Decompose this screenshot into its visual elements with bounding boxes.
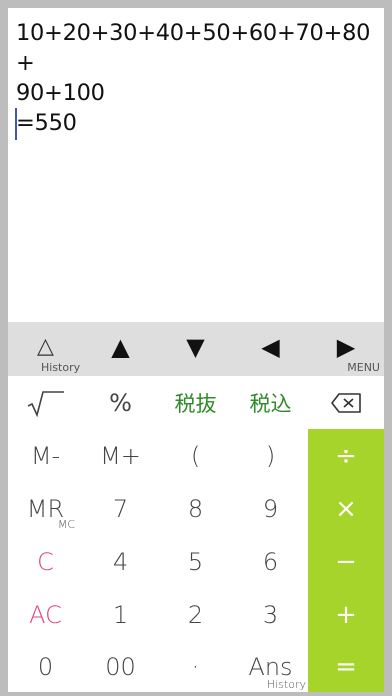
arrow-down-icon: ▼: [186, 333, 205, 361]
divide-key[interactable]: ÷: [308, 429, 384, 482]
percent-key[interactable]: %: [83, 376, 158, 429]
ans-key[interactable]: Ans History: [233, 641, 308, 692]
digit-8-key[interactable]: 8: [158, 482, 233, 535]
equals-key[interactable]: =: [308, 641, 384, 692]
ans-history-label: History: [266, 678, 306, 691]
menu-label: MENU: [347, 361, 380, 374]
history-label: History: [41, 361, 81, 374]
memory-clear-label: MC: [57, 518, 75, 531]
history-button[interactable]: △ History: [8, 322, 83, 376]
open-paren-key[interactable]: (: [158, 429, 233, 482]
text-caret: [15, 108, 17, 140]
menu-button[interactable]: ▶ MENU: [308, 322, 384, 376]
digit-9-key[interactable]: 9: [233, 482, 308, 535]
cursor-up-button[interactable]: ▲: [83, 322, 158, 376]
square-root-icon: [27, 390, 64, 417]
memory-recall-key[interactable]: MR MC: [8, 482, 83, 535]
tax-exclude-key[interactable]: 税抜: [158, 376, 233, 429]
device-frame: 10+20+30+40+50+60+70+80+ 90+100 =550 △ H…: [0, 0, 392, 696]
keypad: % 税抜 税込 M- M+ ( ) ÷ MR MC 7 8 9 × C 4 5 …: [8, 376, 384, 692]
calculator-screen: 10+20+30+40+50+60+70+80+ 90+100 =550 △ H…: [8, 8, 384, 692]
digit-5-key[interactable]: 5: [158, 535, 233, 588]
ans-label: Ans: [248, 652, 293, 681]
decimal-key[interactable]: ·: [158, 641, 233, 692]
backspace-key[interactable]: [308, 376, 384, 429]
cursor-down-button[interactable]: ▼: [158, 322, 233, 376]
arrow-up-icon: ▲: [111, 333, 130, 361]
navigation-bar: △ History ▲ ▼ ◀ ▶ MENU: [8, 322, 384, 376]
expression-text: 10+20+30+40+50+60+70+80+ 90+100 =550: [16, 20, 371, 136]
memory-minus-key[interactable]: M-: [8, 429, 83, 482]
digit-7-key[interactable]: 7: [83, 482, 158, 535]
digit-4-key[interactable]: 4: [83, 535, 158, 588]
backspace-icon: [331, 392, 361, 413]
digit-1-key[interactable]: 1: [83, 588, 158, 641]
cursor-left-button[interactable]: ◀: [233, 322, 308, 376]
multiply-key[interactable]: ×: [308, 482, 384, 535]
digit-6-key[interactable]: 6: [233, 535, 308, 588]
tax-include-key[interactable]: 税込: [233, 376, 308, 429]
plus-key[interactable]: +: [308, 588, 384, 641]
expression-display[interactable]: 10+20+30+40+50+60+70+80+ 90+100 =550: [8, 8, 384, 322]
triangle-outline-icon: △: [37, 334, 54, 359]
double-zero-key[interactable]: 00: [83, 641, 158, 692]
arrow-left-icon: ◀: [261, 333, 280, 361]
digit-2-key[interactable]: 2: [158, 588, 233, 641]
close-paren-key[interactable]: ): [233, 429, 308, 482]
sqrt-key[interactable]: [8, 376, 83, 429]
digit-3-key[interactable]: 3: [233, 588, 308, 641]
clear-key[interactable]: C: [8, 535, 83, 588]
all-clear-key[interactable]: AC: [8, 588, 83, 641]
memory-plus-key[interactable]: M+: [83, 429, 158, 482]
minus-key[interactable]: −: [308, 535, 384, 588]
digit-0-key[interactable]: 0: [8, 641, 83, 692]
arrow-right-icon: ▶: [336, 333, 356, 361]
